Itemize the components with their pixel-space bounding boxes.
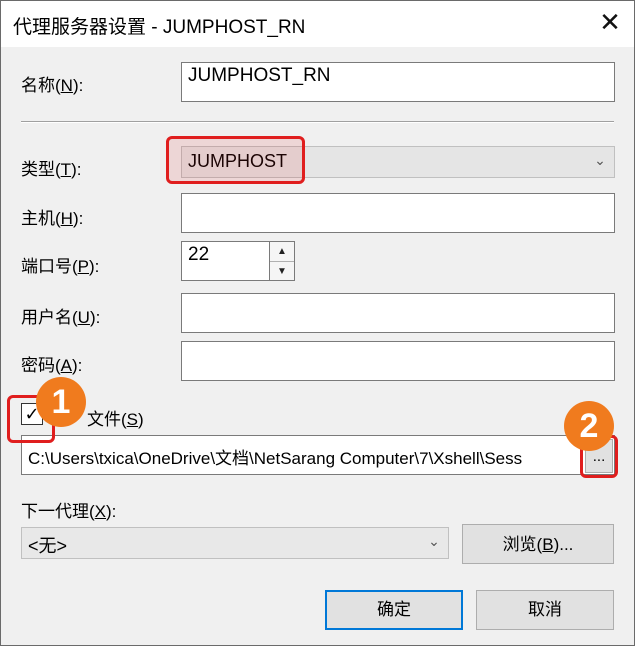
session-file-label: 文件(S) <box>87 410 144 429</box>
next-proxy-label: 下一代理(X): <box>21 502 117 521</box>
host-label: 主机(H): <box>21 209 84 228</box>
next-proxy-select-value: <无> <box>28 536 68 556</box>
separator <box>21 121 614 123</box>
highlight-type <box>166 136 305 184</box>
stepper-up-icon[interactable]: ▲ <box>270 242 294 261</box>
stepper-down-icon[interactable]: ▼ <box>270 261 294 281</box>
window-title: 代理服务器设置 - JUMPHOST_RN <box>13 17 306 38</box>
username-label: 用户名(U): <box>21 308 101 327</box>
next-proxy-select[interactable]: <无> ⌄ <box>21 527 449 559</box>
chevron-down-icon: ⌄ <box>594 152 606 168</box>
session-file-path-input[interactable]: C:\Users\txica\OneDrive\文档\NetSarang Com… <box>21 435 615 475</box>
chevron-down-icon: ⌄ <box>428 533 440 549</box>
host-input[interactable] <box>181 193 615 233</box>
port-label: 端口号(P): <box>21 257 100 276</box>
name-label: 名称(N): <box>21 76 84 95</box>
port-input[interactable]: 22 <box>181 241 271 281</box>
password-input[interactable] <box>181 341 615 381</box>
port-stepper[interactable]: ▲ ▼ <box>269 241 295 281</box>
password-label: 密码(A): <box>21 356 83 375</box>
ok-button[interactable]: 确定 <box>325 590 463 630</box>
title-bar: 代理服务器设置 - JUMPHOST_RN ✕ <box>1 1 634 47</box>
cancel-button[interactable]: 取消 <box>476 590 614 630</box>
annotation-badge-1: 1 <box>36 377 86 427</box>
close-icon[interactable]: ✕ <box>593 5 627 39</box>
type-label: 类型(T): <box>21 160 82 179</box>
username-input[interactable] <box>181 293 615 333</box>
proxy-settings-dialog: 代理服务器设置 - JUMPHOST_RN ✕ 名称(N): JUMPHOST_… <box>0 0 635 646</box>
next-proxy-browse-button[interactable]: 浏览(B)... <box>462 524 614 564</box>
name-input[interactable]: JUMPHOST_RN <box>181 62 615 102</box>
annotation-badge-2: 2 <box>564 401 614 451</box>
